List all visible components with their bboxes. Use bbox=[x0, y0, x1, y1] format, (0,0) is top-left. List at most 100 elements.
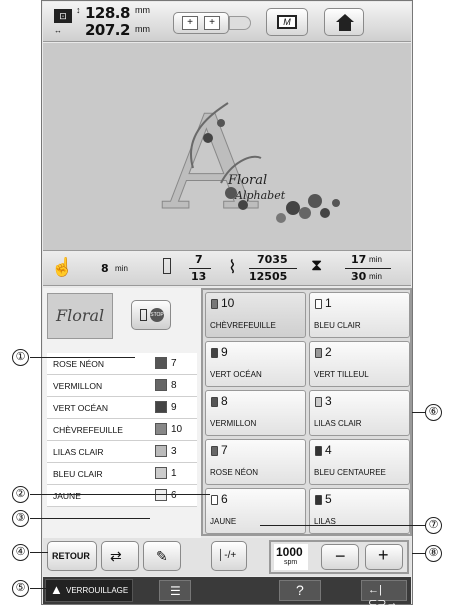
color-name: JAUNE bbox=[53, 491, 81, 501]
callout-2: ② bbox=[12, 486, 29, 503]
width-unit: mm bbox=[135, 5, 150, 15]
time-left-unit: min bbox=[115, 264, 128, 273]
embroidery-mode-button[interactable]: M bbox=[266, 8, 308, 36]
help-button[interactable]: ? bbox=[279, 580, 321, 601]
thread-cut-stop-button[interactable]: STOP bbox=[131, 300, 171, 330]
spool-icon bbox=[211, 495, 218, 505]
color-name: VERT OCÉAN bbox=[53, 403, 108, 413]
retour-button[interactable]: RETOUR bbox=[47, 541, 97, 571]
color-name: VERMILLON bbox=[53, 381, 103, 391]
thread-number: 7 bbox=[221, 443, 228, 457]
thread-cell[interactable]: 1 BLEU CLAIR bbox=[309, 292, 410, 338]
spool-icon bbox=[315, 495, 322, 505]
thread-cell[interactable]: 2 VERT TILLEUL bbox=[309, 341, 410, 387]
needle-pm-icon: │-/+ bbox=[218, 550, 237, 561]
spool-icon bbox=[211, 348, 218, 358]
needle-plus-minus-button[interactable]: │-/+ bbox=[211, 541, 247, 571]
color-number: 7 bbox=[171, 358, 177, 369]
change-color-order-button[interactable]: ⇄ bbox=[101, 541, 139, 571]
color-swatch bbox=[155, 489, 167, 501]
caption-line1: Floral bbox=[228, 173, 268, 188]
lock-button[interactable]: ▲ VERROUILLAGE bbox=[45, 579, 133, 602]
home-icon bbox=[336, 14, 354, 22]
home-button[interactable] bbox=[324, 8, 364, 36]
spool-icon bbox=[211, 446, 218, 456]
thread-name: BLEU CENTAUREE bbox=[314, 468, 386, 477]
thread-name: VERT OCÉAN bbox=[210, 370, 262, 379]
time-current-unit: min bbox=[369, 255, 382, 264]
letter-a: A bbox=[162, 87, 259, 239]
nav-bar: ▲ VERROUILLAGE ☰ ? ←|⊂⊃→ bbox=[43, 577, 411, 609]
height-value: 207.2 bbox=[85, 21, 130, 39]
thread-number: 6 bbox=[221, 492, 228, 506]
thread-name: BLEU CLAIR bbox=[314, 321, 361, 330]
callout-3: ③ bbox=[12, 510, 29, 527]
thread-cell[interactable]: 9 VERT OCÉAN bbox=[205, 341, 306, 387]
thread-color-grid: 10 CHÈVREFEUILLE 1 BLEU CLAIR 9 VERT OCÉ… bbox=[201, 288, 412, 536]
color-number: 3 bbox=[171, 446, 177, 457]
color-row[interactable]: CHÈVREFEUILLE 10 bbox=[47, 419, 197, 441]
color-swatch bbox=[155, 379, 167, 391]
thread-name: CHÈVREFEUILLE bbox=[210, 321, 276, 330]
callout-7: ⑦ bbox=[425, 517, 442, 534]
status-bar: ☝ 8 min 7 13 ⌇ 7035 12505 ⧗ 17 min 30 mi… bbox=[43, 250, 411, 286]
spool-icon bbox=[211, 397, 218, 407]
thread-name: ROSE NÉON bbox=[210, 468, 259, 477]
embroidery-screen: ⊡ ↕ 128.8 mm ↔ 207.2 mm + + M A Floral A… bbox=[41, 0, 413, 609]
time-total: 30 bbox=[351, 270, 367, 283]
callout-8: ⑧ bbox=[425, 545, 442, 562]
thread-number: 5 bbox=[325, 492, 332, 506]
minus-label: − bbox=[335, 546, 346, 566]
callout-4: ④ bbox=[12, 544, 29, 561]
top-bar: ⊡ ↕ 128.8 mm ↔ 207.2 mm + + M bbox=[43, 2, 411, 42]
pattern-preview: A Floral Alphabet bbox=[43, 43, 411, 250]
color-name: CHÈVREFEUILLE bbox=[53, 425, 123, 435]
thread-cell[interactable]: 10 CHÈVREFEUILLE bbox=[205, 292, 306, 338]
frame-position-button[interactable]: + + bbox=[173, 12, 229, 34]
color-number: 1 bbox=[171, 468, 177, 479]
width-arrow-icon: ↕ bbox=[76, 5, 81, 15]
thread-number: 9 bbox=[221, 345, 228, 359]
floral-alphabet-preview: A bbox=[162, 87, 340, 240]
speed-unit: spm bbox=[284, 559, 298, 566]
speed-minus-button[interactable]: − bbox=[321, 544, 359, 570]
callout-5: ⑤ bbox=[12, 580, 29, 597]
stitch-current: 7035 bbox=[257, 253, 288, 266]
thread-cell[interactable]: 5 LILAS bbox=[309, 488, 410, 534]
height-unit: mm bbox=[135, 24, 150, 34]
spool-icon bbox=[315, 446, 322, 456]
color-number: 6 bbox=[171, 490, 177, 501]
time-current: 17 bbox=[351, 253, 367, 266]
color-swatch bbox=[155, 467, 167, 479]
thread-cell[interactable]: 6 JAUNE bbox=[205, 488, 306, 534]
color-number: 10 bbox=[171, 424, 183, 435]
thread-cell[interactable]: 7 ROSE NÉON bbox=[205, 439, 306, 485]
color-current: 7 bbox=[195, 253, 203, 266]
doc-icon: ☰ bbox=[170, 584, 181, 598]
color-name: ROSE NÉON bbox=[53, 359, 105, 369]
size-icon: ⊡ bbox=[54, 9, 72, 23]
thread-name: VERMILLON bbox=[210, 419, 257, 428]
swap-icon: ⇄ bbox=[110, 548, 122, 564]
color-total: 13 bbox=[191, 270, 207, 283]
lock-label: VERROUILLAGE bbox=[66, 586, 129, 595]
spool-icon bbox=[315, 348, 322, 358]
time-total-unit: min bbox=[369, 272, 382, 281]
thread-edit-button[interactable]: ✎ bbox=[143, 541, 181, 571]
color-name: BLEU CLAIR bbox=[53, 469, 103, 479]
thread-cell[interactable]: 8 VERMILLON bbox=[205, 390, 306, 436]
thread-number: 2 bbox=[325, 345, 332, 359]
thread-cell[interactable]: 4 BLEU CENTAUREE bbox=[309, 439, 410, 485]
retour-label: RETOUR bbox=[52, 551, 90, 561]
callout-6: ⑥ bbox=[425, 404, 442, 421]
color-row[interactable]: BLEU CLAIR 1 bbox=[47, 463, 197, 485]
settings-button[interactable]: ←|⊂⊃→ bbox=[361, 580, 407, 609]
hand-icon: ☝ bbox=[51, 257, 74, 277]
color-row[interactable]: VERMILLON 8 bbox=[47, 375, 197, 397]
color-row[interactable]: LILAS CLAIR 3 bbox=[47, 441, 197, 463]
document-button[interactable]: ☰ bbox=[159, 580, 191, 601]
color-row[interactable]: JAUNE 6 bbox=[47, 485, 197, 507]
thread-cell[interactable]: 3 LILAS CLAIR bbox=[309, 390, 410, 436]
speed-plus-button[interactable]: + bbox=[365, 544, 403, 570]
color-row[interactable]: VERT OCÉAN 9 bbox=[47, 397, 197, 419]
